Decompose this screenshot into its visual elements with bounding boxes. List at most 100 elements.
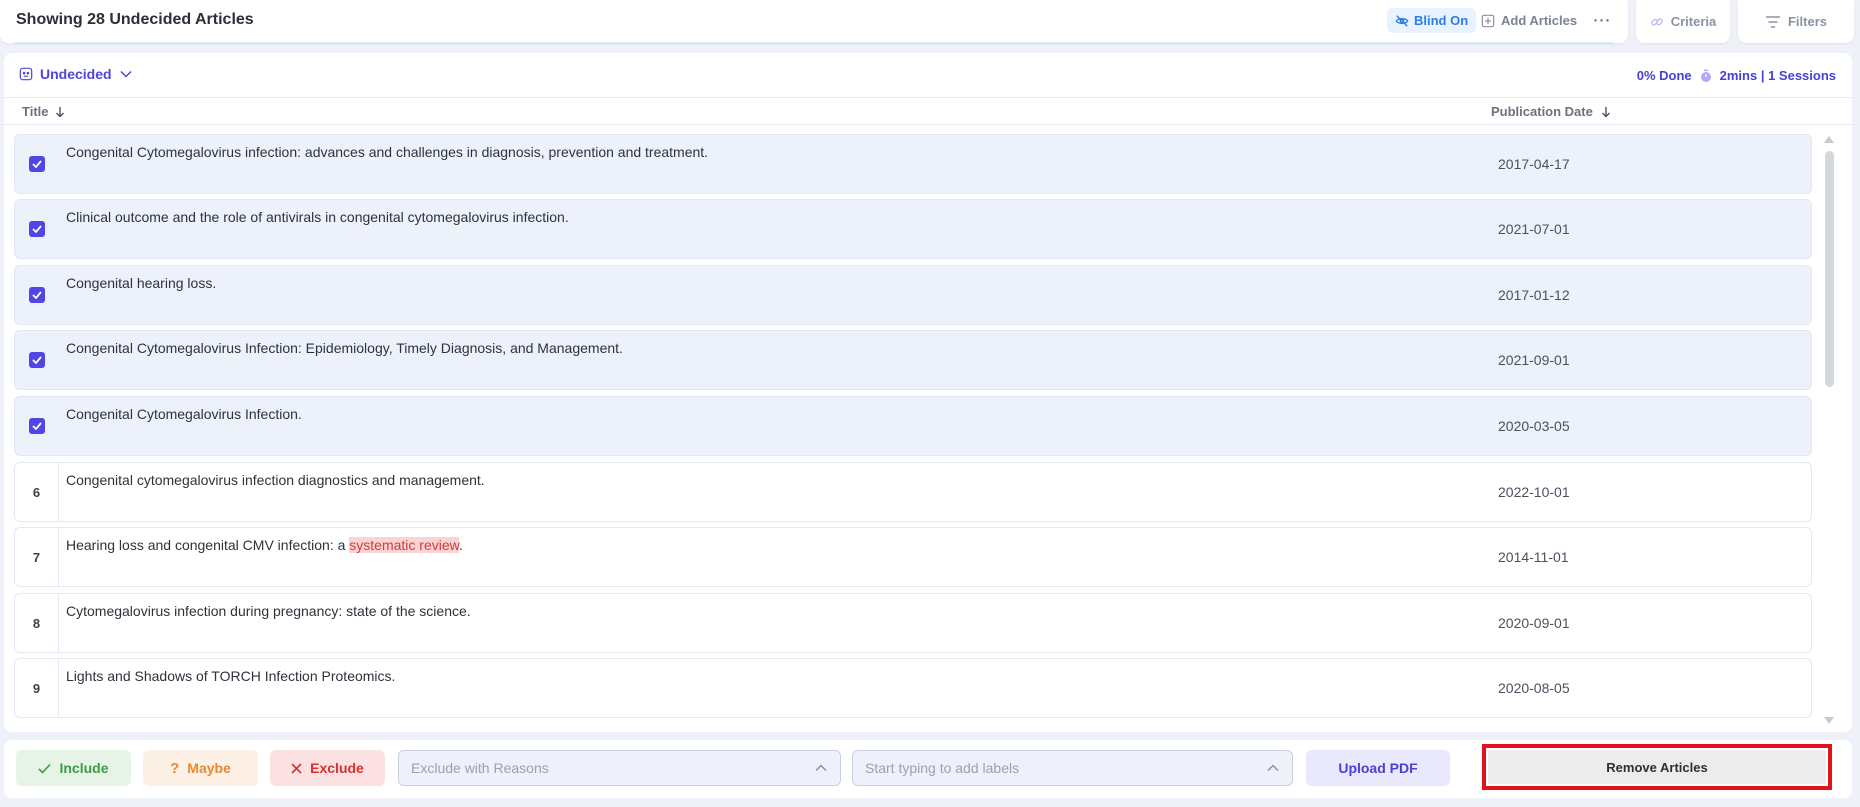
article-title[interactable]: Congenital Cytomegalovirus Infection: Ep… (66, 340, 623, 356)
articles-panel: Undecided 0% Done 2mins | 1 Sessions Tit… (4, 53, 1852, 732)
filters-button[interactable]: Filters (1738, 0, 1854, 43)
article-date: 2017-01-12 (1498, 287, 1570, 303)
filter-icon (1765, 15, 1780, 28)
maybe-button[interactable]: ? Maybe (143, 750, 258, 786)
article-date: 2021-07-01 (1498, 221, 1570, 237)
chevron-up-icon (1267, 764, 1279, 772)
title-text: . (458, 537, 463, 553)
table-row[interactable]: Clinical outcome and the role of antivir… (14, 199, 1812, 259)
list-scrollbar[interactable] (1822, 133, 1836, 727)
highlighted-keyword: systematic review (349, 537, 459, 553)
more-options-button[interactable]: ⋯ (1591, 8, 1613, 33)
article-title[interactable]: Congenital Cytomegalovirus infection: ad… (66, 144, 708, 160)
filters-label: Filters (1787, 14, 1827, 29)
blind-toggle[interactable]: Blind On (1387, 8, 1477, 33)
top-bar: Showing 28 Undecided Articles Blind On A… (0, 0, 1860, 45)
scroll-down-arrow-icon[interactable] (1824, 717, 1834, 724)
chevron-down-icon (120, 70, 132, 78)
table-row[interactable]: 8 Cytomegalovirus infection during pregn… (14, 593, 1812, 653)
exclude-reasons-select[interactable]: Exclude with Reasons (398, 750, 841, 786)
status-filter-label: Undecided (40, 66, 112, 82)
table-row[interactable]: 7 Hearing loss and congenital CMV infect… (14, 527, 1812, 587)
chevron-up-icon (815, 764, 827, 772)
labels-placeholder: Start typing to add labels (865, 760, 1020, 776)
labels-input[interactable]: Start typing to add labels (852, 750, 1293, 786)
session-time: 2mins | 1 Sessions (1719, 68, 1836, 83)
article-date: 2017-04-17 (1498, 156, 1570, 172)
criteria-label: Criteria (1670, 14, 1717, 29)
date-column-label: Publication Date (1491, 104, 1593, 119)
eye-off-icon (1395, 14, 1409, 27)
exclude-label: Exclude (310, 760, 364, 776)
article-title[interactable]: Congenital cytomegalovirus infection dia… (66, 472, 485, 488)
article-title[interactable]: Hearing loss and congenital CMV infectio… (66, 537, 463, 553)
checkmark-icon (32, 422, 42, 430)
date-column-header[interactable]: Publication Date (1491, 104, 1611, 119)
article-date: 2020-09-01 (1498, 615, 1570, 631)
row-number[interactable]: 9 (15, 659, 59, 717)
question-mark-icon: ? (170, 759, 180, 777)
progress-summary: 0% Done 2mins | 1 Sessions (1637, 68, 1836, 83)
add-articles-label: Add Articles (1501, 13, 1578, 28)
row-checkbox[interactable] (29, 221, 45, 237)
article-title[interactable]: Congenital hearing loss. (66, 275, 216, 291)
link-icon (1650, 17, 1663, 26)
exclude-reasons-placeholder: Exclude with Reasons (411, 760, 549, 776)
checkmark-icon (32, 356, 42, 364)
table-row[interactable]: Congenital Cytomegalovirus Infection: Ep… (14, 330, 1812, 390)
scroll-up-arrow-icon[interactable] (1824, 136, 1834, 143)
row-number[interactable]: 7 (15, 528, 59, 586)
action-bar: Include ? Maybe Exclude Exclude with Rea… (4, 740, 1852, 798)
status-row: Undecided 0% Done 2mins | 1 Sessions (4, 53, 1852, 98)
article-title[interactable]: Clinical outcome and the role of antivir… (66, 209, 569, 225)
include-label: Include (59, 760, 109, 776)
blind-label: Blind On (1414, 13, 1469, 28)
remove-articles-button[interactable]: Remove Articles (1488, 750, 1826, 784)
upload-pdf-button[interactable]: Upload PDF (1306, 750, 1450, 786)
article-date: 2020-03-05 (1498, 418, 1570, 434)
header-underline (14, 42, 1614, 45)
table-row[interactable]: 9 Lights and Shadows of TORCH Infection … (14, 658, 1812, 718)
exclude-button[interactable]: Exclude (270, 750, 385, 786)
add-articles-button[interactable]: Add Articles (1481, 8, 1577, 33)
remove-articles-highlight: Remove Articles (1482, 744, 1832, 790)
row-checkbox[interactable] (29, 156, 45, 172)
upload-pdf-label: Upload PDF (1338, 760, 1418, 776)
status-face-icon (19, 67, 33, 81)
title-text: Hearing loss and congenital CMV infectio… (66, 537, 350, 553)
article-date: 2020-08-05 (1498, 680, 1570, 696)
sort-down-arrow-icon (55, 106, 64, 117)
table-row[interactable]: Congenital Cytomegalovirus infection: ad… (14, 134, 1812, 194)
title-column-header[interactable]: Title (22, 104, 65, 119)
title-column-label: Title (22, 104, 49, 119)
scroll-thumb[interactable] (1825, 151, 1834, 387)
remove-articles-label: Remove Articles (1606, 759, 1708, 775)
table-row[interactable]: Congenital Cytomegalovirus Infection. 20… (14, 396, 1812, 456)
row-select-cell[interactable] (15, 397, 59, 455)
progress-done: 0% Done (1636, 68, 1692, 83)
table-row[interactable]: 6 Congenital cytomegalovirus infection d… (14, 462, 1812, 522)
row-number[interactable]: 6 (15, 463, 59, 521)
article-title[interactable]: Congenital Cytomegalovirus Infection. (66, 406, 302, 422)
criteria-button[interactable]: Criteria (1636, 0, 1730, 43)
row-select-cell[interactable] (15, 135, 59, 193)
row-checkbox[interactable] (29, 418, 45, 434)
row-checkbox[interactable] (29, 352, 45, 368)
article-title[interactable]: Lights and Shadows of TORCH Infection Pr… (66, 668, 395, 684)
article-title[interactable]: Cytomegalovirus infection during pregnan… (66, 603, 471, 619)
maybe-label: Maybe (187, 760, 231, 776)
more-dots-icon: ⋯ (1592, 10, 1612, 30)
timer-icon (1700, 69, 1711, 82)
include-button[interactable]: Include (16, 750, 131, 786)
article-list: Congenital Cytomegalovirus infection: ad… (10, 133, 1816, 727)
table-row[interactable]: Congenital hearing loss. 2017-01-12 (14, 265, 1812, 325)
table-header: Title Publication Date (4, 99, 1852, 125)
row-select-cell[interactable] (15, 331, 59, 389)
row-number[interactable]: 8 (15, 594, 59, 652)
status-filter-dropdown[interactable]: Undecided (19, 66, 133, 82)
row-checkbox[interactable] (29, 287, 45, 303)
sort-down-arrow-icon (1601, 106, 1610, 117)
row-select-cell[interactable] (15, 200, 59, 258)
header-main: Showing 28 Undecided Articles Blind On A… (0, 0, 1628, 45)
row-select-cell[interactable] (15, 266, 59, 324)
